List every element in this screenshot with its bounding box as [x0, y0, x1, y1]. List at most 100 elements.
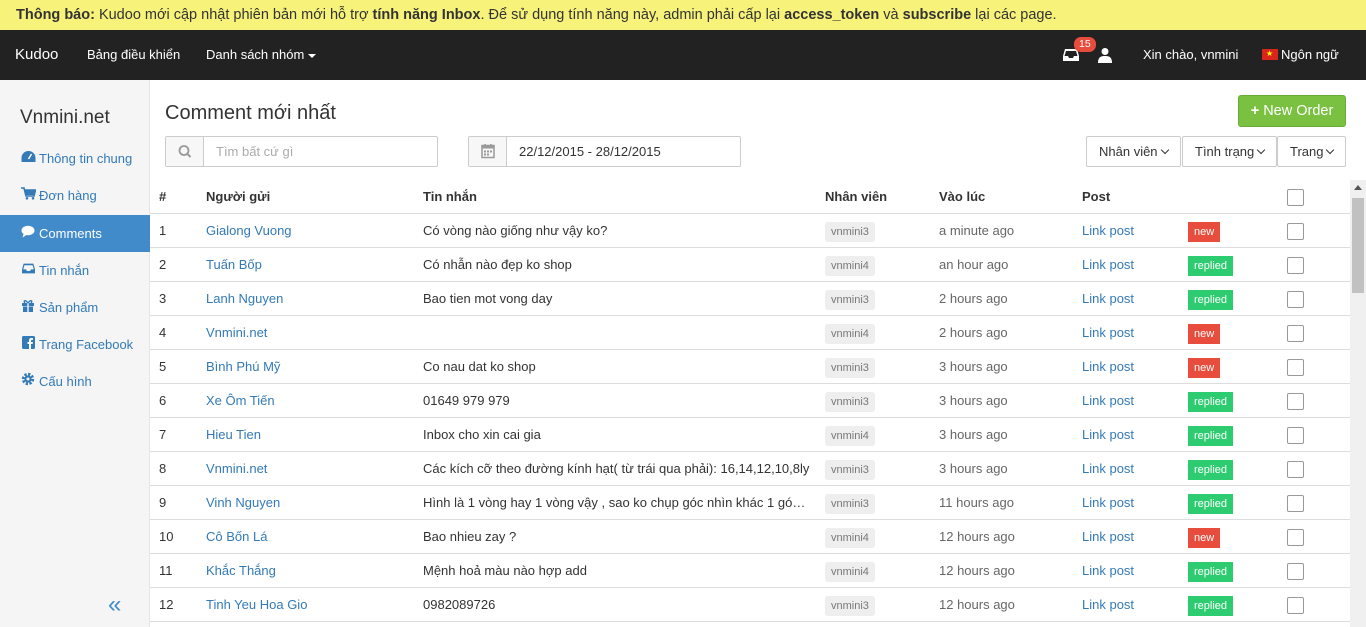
sidebar-item-products[interactable]: Sản phẩm — [0, 289, 150, 326]
sender-link[interactable]: Bình Phú Mỹ — [206, 350, 406, 384]
main-content: Comment mới nhất + New Order 22/12/2015 … — [150, 80, 1366, 627]
row-checkbox[interactable] — [1287, 223, 1304, 241]
row-checkbox[interactable] — [1287, 325, 1304, 343]
status-badge: new — [1188, 221, 1221, 242]
vietnam-flag-icon — [1262, 48, 1278, 60]
row-checkbox[interactable] — [1287, 529, 1304, 547]
greeting-link[interactable]: Xin chào, vnmini — [1143, 30, 1238, 80]
sender-link[interactable]: Vnmini.net — [206, 452, 406, 486]
comments-table: # Người gửi Tin nhắn Nhân viên Vào lúc P… — [150, 180, 1350, 627]
row-checkbox[interactable] — [1287, 393, 1304, 411]
scroll-up-arrow-icon[interactable] — [1354, 185, 1362, 190]
nav-groups-dropdown[interactable]: Danh sách nhóm — [206, 30, 317, 80]
filter-page-dropdown[interactable]: Trang — [1277, 136, 1347, 167]
table-row: 5 Bình Phú Mỹ Co nau dat ko shop vnmini3 3 h… — [150, 350, 1350, 384]
sender-link[interactable]: Tinh Yeu Hoa Gio — [206, 588, 406, 622]
post-link[interactable]: Link post — [1082, 520, 1172, 554]
row-checkbox-cell — [1287, 520, 1307, 554]
row-checkbox[interactable] — [1287, 359, 1304, 377]
post-link[interactable]: Link post — [1082, 588, 1172, 622]
row-checkbox[interactable] — [1287, 597, 1304, 615]
post-link[interactable]: Link post — [1082, 350, 1172, 384]
filter-staff-dropdown[interactable]: Nhân viên — [1086, 136, 1181, 167]
sender-link[interactable]: Tuấn Bốp — [206, 248, 406, 282]
status-cell: replied — [1188, 588, 1248, 622]
post-link[interactable]: Link post — [1082, 248, 1172, 282]
caret-down-icon — [308, 53, 317, 58]
row-checkbox[interactable] — [1287, 257, 1304, 275]
time-text: 3 hours ago — [939, 393, 1008, 408]
user-icon[interactable] — [1097, 47, 1113, 63]
sidebar-item-settings[interactable]: Cấu hình — [0, 363, 150, 400]
sidebar-item-orders[interactable]: Đơn hàng — [0, 177, 150, 214]
row-number: 7 — [159, 427, 167, 442]
sidebar-item-general-info[interactable]: Thông tin chung — [0, 140, 150, 177]
status-cell: new — [1188, 214, 1248, 248]
row-number: 10 — [159, 529, 174, 544]
post-link[interactable]: Link post — [1082, 282, 1172, 316]
post-link[interactable]: Link post — [1082, 214, 1172, 248]
filter-status-dropdown[interactable]: Tình trạng — [1182, 136, 1278, 167]
status-badge: replied — [1188, 459, 1234, 480]
post-link[interactable]: Link post — [1082, 384, 1172, 418]
new-order-button[interactable]: + New Order — [1238, 95, 1346, 127]
row-checkbox[interactable] — [1287, 291, 1304, 309]
header-staff: Nhân viên — [825, 189, 888, 204]
vertical-scrollbar[interactable] — [1350, 180, 1366, 627]
sender-link[interactable]: Vnmini.net — [206, 316, 406, 350]
sidebar-item-label: Thông tin chung — [39, 151, 133, 166]
row-number: 3 — [159, 291, 167, 306]
notice-bar: Thông báo: Kudoo mới cập nhật phiên bản … — [0, 0, 1366, 30]
notice-subscribe: subscribe — [902, 7, 972, 23]
brand-link[interactable]: Kudoo — [15, 30, 58, 80]
page-title: Comment mới nhất — [165, 102, 336, 124]
sender-link[interactable]: Lanh Nguyen — [206, 282, 406, 316]
sender-link[interactable]: Gialong Vuong — [206, 214, 406, 248]
status-badge: replied — [1188, 391, 1234, 412]
select-all-checkbox[interactable] — [1287, 189, 1304, 207]
sender-link[interactable]: Cô Bốn Lá — [206, 520, 406, 554]
table-row: 3 Lanh Nguyen Bao tien mot vong day vnmini3… — [150, 282, 1350, 316]
post-link[interactable]: Link post — [1082, 486, 1172, 520]
row-checkbox-cell — [1287, 588, 1307, 622]
post-link[interactable]: Link post — [1082, 452, 1172, 486]
staff-cell: vnmini4 — [825, 520, 925, 554]
calendar-icon — [481, 144, 495, 159]
sender-link[interactable]: Hieu Tien — [206, 418, 406, 452]
sidebar-item-comments[interactable]: Comments — [0, 215, 150, 252]
staff-tag: vnmini3 — [825, 595, 875, 616]
header-sender: Người gửi — [206, 189, 271, 204]
row-checkbox-cell — [1287, 214, 1307, 248]
nav-groups-label: Danh sách nhóm — [206, 47, 305, 62]
date-range-picker[interactable]: 22/12/2015 - 28/12/2015 — [468, 136, 741, 167]
date-addon — [469, 137, 507, 166]
sidebar-item-facebook-pages[interactable]: Trang Facebook — [0, 326, 150, 363]
new-order-label: New Order — [1263, 103, 1334, 119]
row-checkbox[interactable] — [1287, 461, 1304, 479]
post-link[interactable]: Link post — [1082, 418, 1172, 452]
row-checkbox[interactable] — [1287, 563, 1304, 581]
language-dropdown[interactable]: Ngôn ngữ — [1262, 30, 1339, 80]
sender-link[interactable]: Khắc Thắng — [206, 554, 406, 588]
status-cell: replied — [1188, 486, 1248, 520]
time-text: an hour ago — [939, 257, 1009, 272]
post-link[interactable]: Link post — [1082, 316, 1172, 350]
sender-link[interactable]: Vinh Nguyen — [206, 486, 406, 520]
notice-text-2: . Để sử dụng tính năng này, admin phải c… — [480, 7, 785, 23]
message-text: Co nau dat ko shop — [423, 359, 536, 374]
inbox-icon — [20, 252, 36, 289]
staff-tag: vnmini3 — [825, 391, 875, 412]
search-input[interactable] — [205, 137, 435, 166]
post-link[interactable]: Link post — [1082, 554, 1172, 588]
row-checkbox[interactable] — [1287, 427, 1304, 445]
row-number: 11 — [159, 563, 173, 578]
sidebar-item-messages[interactable]: Tin nhắn — [0, 252, 150, 289]
collapse-sidebar-icon[interactable]: « — [108, 593, 121, 617]
scrollbar-thumb[interactable] — [1352, 198, 1364, 293]
row-checkbox[interactable] — [1287, 495, 1304, 513]
staff-cell: vnmini3 — [825, 350, 925, 384]
time-text: 11 hours ago — [939, 495, 1014, 510]
plus-icon: + — [1250, 103, 1264, 119]
nav-dashboard[interactable]: Bảng điều khiển — [87, 30, 180, 80]
sender-link[interactable]: Xe Ôm Tiến — [206, 384, 406, 418]
